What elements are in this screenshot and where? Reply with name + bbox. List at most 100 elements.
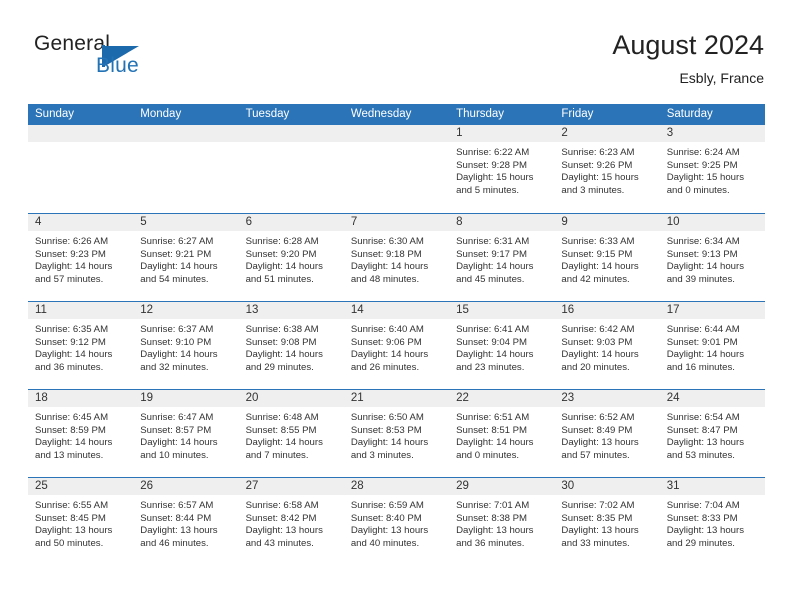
calendar-day-cell[interactable]: 5 Sunrise: 6:27 AM Sunset: 9:21 PM Daylight… <box>133 214 239 301</box>
calendar-day-cell[interactable]: 21 Sunrise: 6:50 AM Sunset: 8:53 PM Dayligh… <box>343 390 450 477</box>
day-sunrise-text: Sunrise: 6:59 AM <box>350 500 424 511</box>
calendar-day-cell[interactable]: 25 Sunrise: 6:55 AM Sunset: 8:45 PM Dayligh… <box>28 478 134 565</box>
day-sunset-text: Sunset: 8:47 PM <box>666 424 738 436</box>
weekday-header-saturday: Saturday <box>666 108 713 120</box>
day-daylight2-text: and 20 minutes. <box>561 361 630 373</box>
day-daylight1-text: Daylight: 14 hours <box>666 349 745 361</box>
day-sunrise-text: Sunrise: 6:37 AM <box>140 324 214 335</box>
calendar-day-cell[interactable]: 3 Sunrise: 6:24 AM Sunset: 9:25 PM Daylight… <box>659 125 765 213</box>
calendar-day-cell[interactable]: 23 Sunrise: 6:52 AM Sunset: 8:49 PM Dayligh… <box>554 390 660 477</box>
day-sunrise-text: Sunrise: 6:26 AM <box>35 236 109 247</box>
day-number-strip: 3 <box>659 125 765 142</box>
day-sun-info: Sunrise: 6:55 AM Sunset: 8:45 PM Daylight:… <box>28 495 133 550</box>
day-number: 17 <box>666 304 680 316</box>
day-daylight1-text: Daylight: 14 hours <box>456 261 534 273</box>
calendar-day-cell[interactable]: 6 Sunrise: 6:28 AM Sunset: 9:20 PM Daylight… <box>238 214 344 301</box>
calendar-day-cell[interactable]: 20 Sunrise: 6:48 AM Sunset: 8:55 PM Dayligh… <box>238 390 344 477</box>
calendar-week-row: 18 Sunrise: 6:45 AM Sunset: 8:59 PM Dayligh… <box>28 389 765 477</box>
calendar-day-cell-empty <box>133 125 239 213</box>
calendar-day-cell[interactable]: 31 Sunrise: 7:04 AM Sunset: 8:33 PM Dayligh… <box>659 478 765 565</box>
calendar-day-cell[interactable]: 27 Sunrise: 6:58 AM Sunset: 8:42 PM Dayligh… <box>238 478 344 565</box>
day-number-strip: 22 <box>449 390 555 407</box>
day-daylight2-text: and 32 minutes. <box>140 361 209 373</box>
day-daylight1-text: Daylight: 14 hours <box>350 349 429 361</box>
day-number: 28 <box>350 480 364 492</box>
day-sunrise-text: Sunrise: 6:33 AM <box>561 236 635 247</box>
day-number: 14 <box>350 304 364 316</box>
calendar-day-cell[interactable]: 26 Sunrise: 6:57 AM Sunset: 8:44 PM Dayligh… <box>133 478 239 565</box>
calendar-day-cell[interactable]: 17 Sunrise: 6:44 AM Sunset: 9:01 PM Dayligh… <box>659 302 765 389</box>
day-sun-info: Sunrise: 6:26 AM Sunset: 9:23 PM Daylight:… <box>28 231 133 286</box>
day-daylight1-text: Daylight: 13 hours <box>666 437 745 449</box>
day-daylight2-text: and 57 minutes. <box>35 273 104 285</box>
calendar-day-cell[interactable]: 8 Sunrise: 6:31 AM Sunset: 9:17 PM Daylight… <box>449 214 555 301</box>
calendar-day-cell[interactable]: 22 Sunrise: 6:51 AM Sunset: 8:51 PM Dayligh… <box>449 390 555 477</box>
calendar-day-cell-empty <box>238 125 344 213</box>
day-daylight2-text: and 0 minutes. <box>456 449 520 461</box>
day-daylight1-text: Daylight: 13 hours <box>245 525 323 537</box>
day-daylight2-text: and 53 minutes. <box>666 449 735 461</box>
calendar-day-cell[interactable]: 15 Sunrise: 6:41 AM Sunset: 9:04 PM Dayligh… <box>449 302 555 389</box>
calendar-day-cell[interactable]: 30 Sunrise: 7:02 AM Sunset: 8:35 PM Dayligh… <box>554 478 660 565</box>
day-sun-info: Sunrise: 6:59 AM Sunset: 8:40 PM Daylight:… <box>344 495 449 550</box>
day-daylight2-text: and 23 minutes. <box>456 361 525 373</box>
calendar-day-cell[interactable]: 9 Sunrise: 6:33 AM Sunset: 9:15 PM Daylight… <box>554 214 660 301</box>
calendar-day-cell[interactable]: 28 Sunrise: 6:59 AM Sunset: 8:40 PM Dayligh… <box>343 478 450 565</box>
calendar-day-cell[interactable]: 10 Sunrise: 6:34 AM Sunset: 9:13 PM Dayligh… <box>659 214 765 301</box>
calendar-day-cell[interactable]: 1 Sunrise: 6:22 AM Sunset: 9:28 PM Daylight… <box>449 125 555 213</box>
day-daylight2-text: and 29 minutes. <box>666 537 735 549</box>
day-number-strip: 17 <box>659 302 765 319</box>
day-sunset-text: Sunset: 8:57 PM <box>140 424 212 436</box>
brand-logo[interactable]: General Blue <box>34 32 194 88</box>
day-daylight2-text: and 0 minutes. <box>666 184 730 196</box>
calendar-day-cell[interactable]: 4 Sunrise: 6:26 AM Sunset: 9:23 PM Daylight… <box>28 214 134 301</box>
weekday-header-monday: Monday <box>140 108 182 120</box>
day-sun-info: Sunrise: 6:57 AM Sunset: 8:44 PM Daylight:… <box>133 495 238 550</box>
day-sunrise-text: Sunrise: 6:45 AM <box>35 412 109 423</box>
calendar-day-cell[interactable]: 11 Sunrise: 6:35 AM Sunset: 9:12 PM Dayligh… <box>28 302 134 389</box>
day-number-strip: 28 <box>343 478 450 495</box>
calendar-day-cell[interactable]: 14 Sunrise: 6:40 AM Sunset: 9:06 PM Dayligh… <box>343 302 450 389</box>
calendar-day-cell[interactable]: 16 Sunrise: 6:42 AM Sunset: 9:03 PM Dayligh… <box>554 302 660 389</box>
day-daylight1-text: Daylight: 13 hours <box>140 525 218 537</box>
calendar-day-cell[interactable]: 2 Sunrise: 6:23 AM Sunset: 9:26 PM Daylight… <box>554 125 660 213</box>
day-number: 3 <box>666 127 674 139</box>
day-number-strip: 19 <box>133 390 239 407</box>
day-sun-info: Sunrise: 6:28 AM Sunset: 9:20 PM Daylight:… <box>239 231 344 286</box>
calendar-day-cell[interactable]: 18 Sunrise: 6:45 AM Sunset: 8:59 PM Dayligh… <box>28 390 134 477</box>
day-number: 13 <box>245 304 259 316</box>
calendar-day-cell[interactable]: 24 Sunrise: 6:54 AM Sunset: 8:47 PM Dayligh… <box>659 390 765 477</box>
day-sun-info: Sunrise: 6:38 AM Sunset: 9:08 PM Daylight:… <box>239 319 344 374</box>
day-sunset-text: Sunset: 9:15 PM <box>561 248 633 260</box>
calendar-day-cell[interactable]: 13 Sunrise: 6:38 AM Sunset: 9:08 PM Dayligh… <box>238 302 344 389</box>
day-daylight1-text: Daylight: 14 hours <box>245 437 323 449</box>
day-sun-info: Sunrise: 7:01 AM Sunset: 8:38 PM Daylight:… <box>449 495 554 550</box>
day-number: 20 <box>245 392 259 404</box>
day-number-strip: 1 <box>449 125 555 142</box>
day-number-strip: 9 <box>554 214 660 231</box>
weekday-header-friday: Friday <box>561 108 594 120</box>
calendar-day-cell[interactable]: 7 Sunrise: 6:30 AM Sunset: 9:18 PM Daylight… <box>343 214 450 301</box>
day-sun-info: Sunrise: 6:42 AM Sunset: 9:03 PM Daylight:… <box>554 319 659 374</box>
day-daylight1-text: Daylight: 14 hours <box>35 437 113 449</box>
day-number: 7 <box>350 216 358 228</box>
day-sunrise-text: Sunrise: 6:58 AM <box>245 500 319 511</box>
day-number: 5 <box>140 216 147 228</box>
day-daylight2-text: and 26 minutes. <box>350 361 420 373</box>
brand-word-general: General <box>34 32 111 55</box>
day-number: 19 <box>140 392 154 404</box>
day-number: 6 <box>245 216 252 228</box>
day-sunset-text: Sunset: 9:26 PM <box>561 159 633 171</box>
calendar-day-cell[interactable]: 12 Sunrise: 6:37 AM Sunset: 9:10 PM Dayligh… <box>133 302 239 389</box>
day-number-strip <box>343 125 450 142</box>
day-number: 11 <box>35 304 47 316</box>
day-daylight2-text: and 36 minutes. <box>35 361 104 373</box>
day-daylight2-text: and 46 minutes. <box>140 537 209 549</box>
weekday-header-sunday: Sunday <box>35 108 75 120</box>
calendar-week-row: 25 Sunrise: 6:55 AM Sunset: 8:45 PM Dayligh… <box>28 477 765 565</box>
calendar-day-cell[interactable]: 29 Sunrise: 7:01 AM Sunset: 8:38 PM Dayligh… <box>449 478 555 565</box>
day-sun-info: Sunrise: 6:54 AM Sunset: 8:47 PM Daylight:… <box>660 407 765 462</box>
day-sunset-text: Sunset: 9:03 PM <box>561 336 633 348</box>
day-number: 16 <box>561 304 575 316</box>
calendar-day-cell[interactable]: 19 Sunrise: 6:47 AM Sunset: 8:57 PM Dayligh… <box>133 390 239 477</box>
